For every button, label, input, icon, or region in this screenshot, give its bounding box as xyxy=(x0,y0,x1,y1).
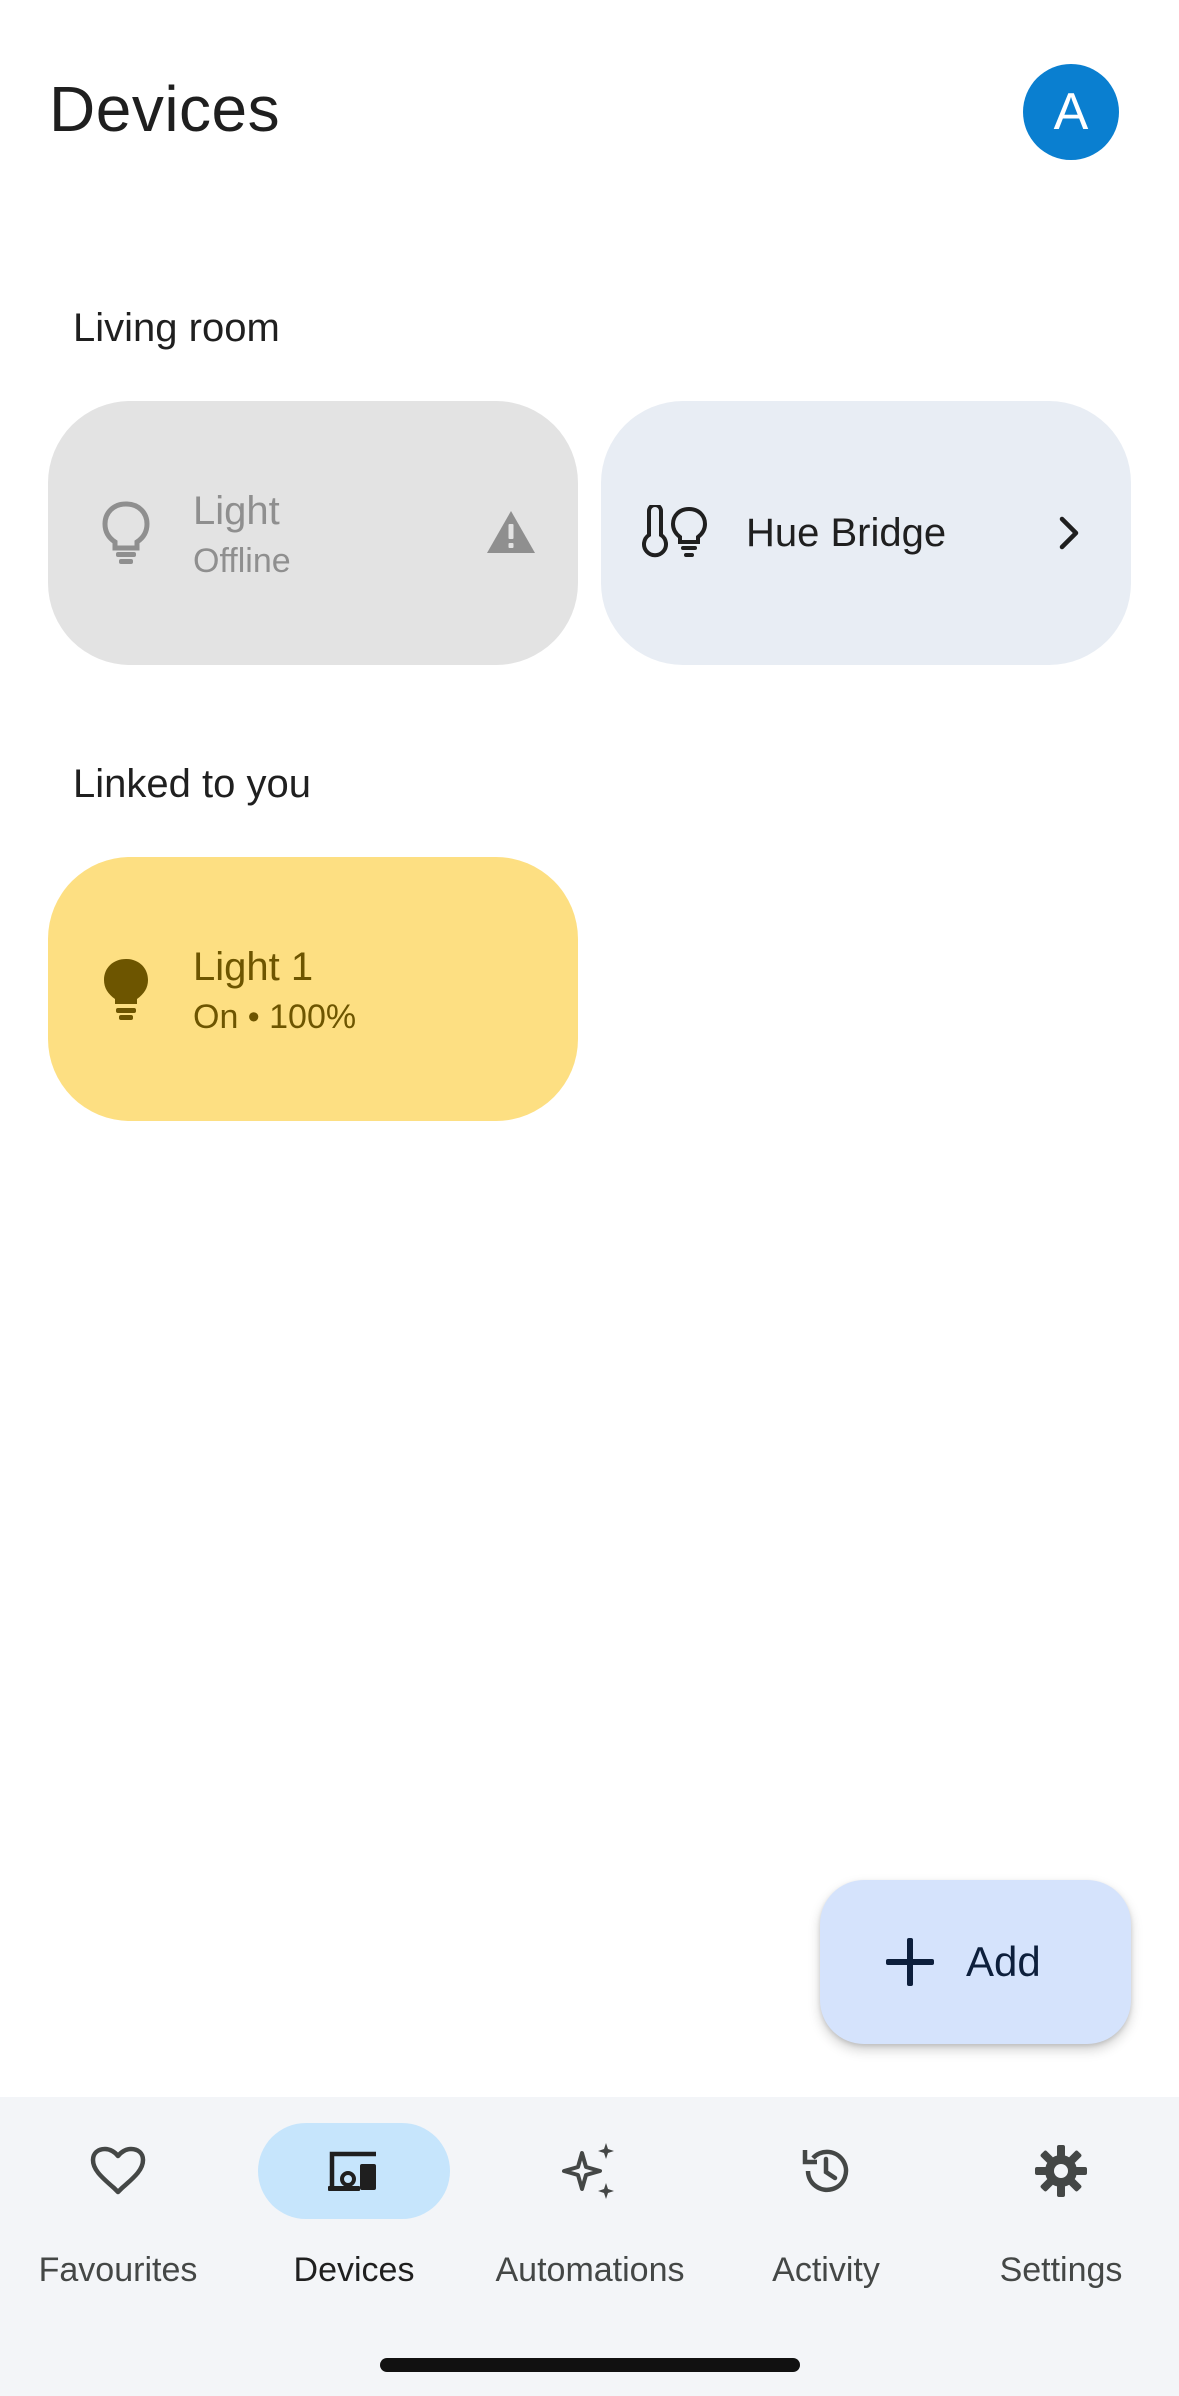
device-tile-light-offline[interactable]: Light Offline xyxy=(48,401,578,665)
section-title-living-room: Living room xyxy=(73,306,280,350)
nav-item-settings[interactable]: Settings xyxy=(943,2123,1179,2303)
nav-label: Devices xyxy=(293,2251,415,2289)
warning-icon xyxy=(484,507,538,557)
device-tile-text: Hue Bridge xyxy=(746,509,946,557)
thermometer-bulb-icon xyxy=(637,505,709,561)
nav-label: Settings xyxy=(999,2251,1123,2289)
nav-label: Activity xyxy=(772,2251,880,2289)
nav-item-devices[interactable]: Devices xyxy=(236,2123,472,2303)
home-indicator[interactable] xyxy=(380,2358,800,2372)
nav-label: Favourites xyxy=(38,2251,198,2289)
nav-pill xyxy=(494,2123,686,2219)
gear-icon xyxy=(1035,2145,1087,2197)
nav-item-automations[interactable]: Automations xyxy=(472,2123,708,2303)
device-tile-text: Light Offline xyxy=(193,487,291,583)
plus-icon xyxy=(884,1936,936,1988)
devices-icon xyxy=(328,2151,376,2191)
nav-pill xyxy=(730,2123,922,2219)
device-tile-text: Light 1 On • 100% xyxy=(193,943,356,1039)
nav-item-activity[interactable]: Activity xyxy=(708,2123,944,2303)
device-name: Light xyxy=(193,489,280,533)
sparkle-icon xyxy=(562,2143,614,2199)
add-button[interactable]: Add xyxy=(820,1880,1131,2044)
lightbulb-outline-icon xyxy=(92,495,160,571)
history-icon xyxy=(802,2149,849,2193)
device-name: Hue Bridge xyxy=(746,511,947,555)
add-button-label: Add xyxy=(966,1938,1041,1985)
nav-pill xyxy=(965,2123,1157,2219)
devices-screen: Devices A Living room Light Offline Hue … xyxy=(0,0,1179,2396)
heart-icon xyxy=(90,2146,146,2195)
lightbulb-filled-icon xyxy=(92,951,160,1027)
device-status: Offline xyxy=(193,542,291,580)
device-status: On • 100% xyxy=(193,998,357,1036)
nav-label: Automations xyxy=(495,2251,685,2289)
bottom-navigation: Favourites Devices Automations Activity … xyxy=(0,2097,1179,2396)
device-tile-hue-bridge[interactable]: Hue Bridge xyxy=(601,401,1131,665)
avatar[interactable]: A xyxy=(1023,64,1119,160)
header: Devices A xyxy=(0,0,1179,230)
section-title-linked-to-you: Linked to you xyxy=(73,762,311,806)
nav-item-favourites[interactable]: Favourites xyxy=(0,2123,236,2303)
chevron-right-icon xyxy=(1049,511,1089,555)
device-name: Light 1 xyxy=(193,945,314,989)
device-tile-light-1[interactable]: Light 1 On • 100% xyxy=(48,857,578,1121)
nav-pill xyxy=(22,2123,214,2219)
page-title: Devices xyxy=(49,73,281,145)
nav-pill-active xyxy=(258,2123,450,2219)
